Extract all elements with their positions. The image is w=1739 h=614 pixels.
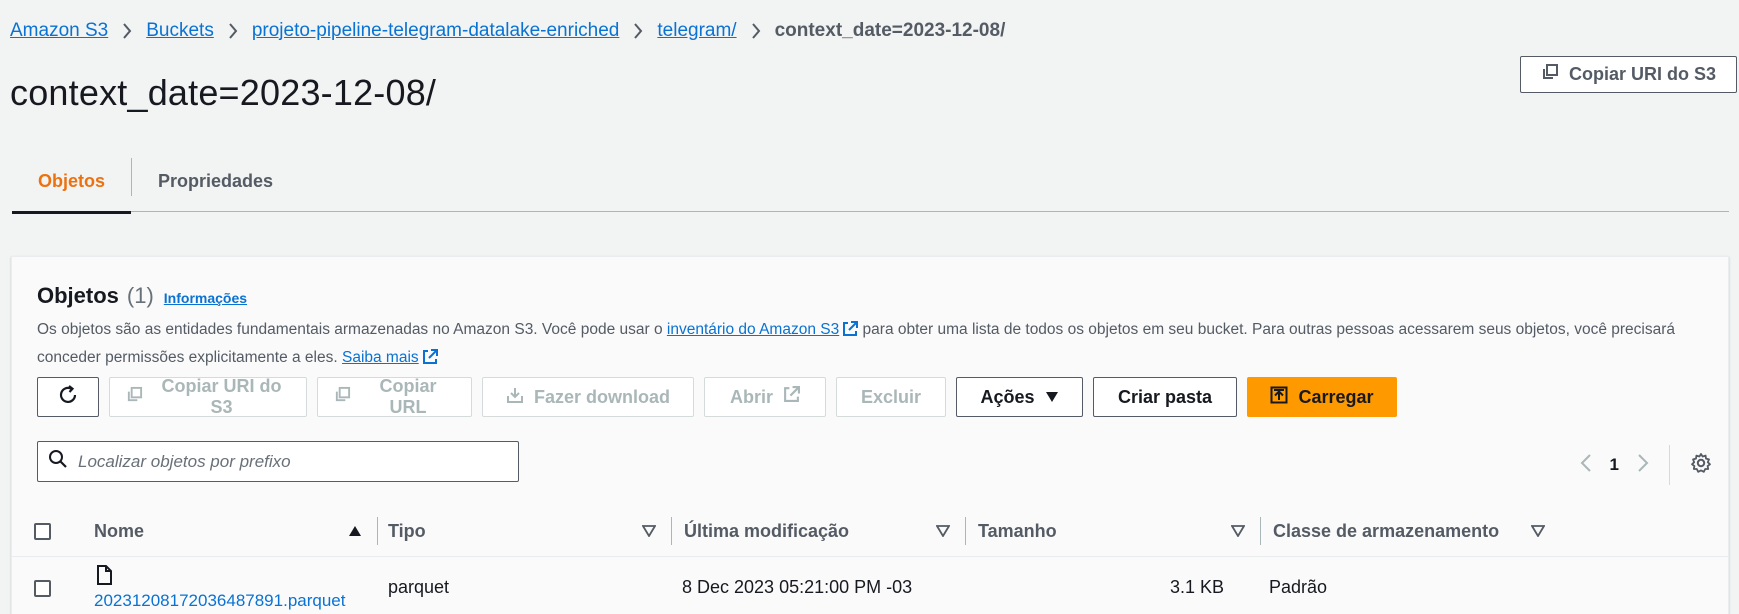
- info-link[interactable]: Informações: [164, 290, 247, 306]
- page-title: context_date=2023-12-08/: [10, 72, 437, 113]
- column-size-label: Tamanho: [978, 520, 1057, 541]
- object-name-link[interactable]: 20231208172036487891.parquet: [94, 591, 345, 611]
- pagination: 1: [1580, 445, 1712, 485]
- column-storage-class-label: Classe de armazenamento: [1273, 520, 1500, 541]
- chevron-right-icon: [751, 23, 761, 39]
- column-size[interactable]: Tamanho: [966, 505, 1261, 557]
- copy-s3-uri-button[interactable]: Copiar URI do S3: [1520, 56, 1737, 93]
- learn-more-link[interactable]: Saiba mais: [342, 349, 438, 366]
- chevron-right-icon: [633, 23, 643, 39]
- panel-header: Objetos (1) Informações: [37, 283, 247, 309]
- delete-button[interactable]: Excluir: [836, 377, 946, 417]
- external-link-icon: [783, 386, 800, 408]
- sort-caret-icon: [1530, 521, 1546, 542]
- refresh-button[interactable]: [37, 377, 99, 417]
- sort-caret-icon: [935, 521, 951, 542]
- column-last-modified-label: Última modificação: [684, 520, 850, 541]
- column-storage-class[interactable]: Classe de armazenamento: [1261, 505, 1549, 557]
- file-icon: [96, 565, 112, 590]
- sort-caret-icon: [641, 521, 657, 542]
- learn-more-label: Saiba mais: [341, 349, 419, 366]
- actions-dropdown[interactable]: Ações: [956, 377, 1083, 417]
- objects-toolbar: Copiar URI do S3 Copiar URL Fazer downlo…: [37, 376, 1397, 417]
- external-link-icon: [842, 320, 859, 345]
- inventory-link-label: inventário do Amazon S3: [666, 321, 840, 338]
- panel-description: Os objetos são as entidades fundamentais…: [37, 317, 1727, 373]
- tab-objects[interactable]: Objetos: [12, 150, 132, 214]
- select-all-checkbox[interactable]: [34, 522, 51, 540]
- inventory-link[interactable]: inventário do Amazon S3: [666, 321, 859, 338]
- table-header: Nome Tipo Última modificação Tamanho Cla…: [12, 505, 1728, 557]
- search-field[interactable]: [37, 441, 519, 482]
- copy-url-button[interactable]: Copiar URL: [317, 376, 472, 417]
- open-button[interactable]: Abrir: [704, 377, 826, 417]
- objects-panel: Objetos (1) Informações Os objetos são a…: [11, 256, 1729, 614]
- pager-divider: [1669, 445, 1670, 485]
- select-all-cell: [34, 505, 94, 557]
- object-type: parquet: [388, 577, 450, 597]
- create-folder-button[interactable]: Criar pasta: [1093, 377, 1237, 417]
- copy-icon: [334, 386, 351, 408]
- tab-properties[interactable]: Propriedades: [132, 150, 299, 212]
- chevron-right-icon: [122, 23, 132, 39]
- upload-button[interactable]: Carregar: [1247, 377, 1397, 417]
- breadcrumb-bucket-name[interactable]: projeto-pipeline-telegram-datalake-enric…: [252, 20, 620, 42]
- breadcrumb-telegram[interactable]: telegram/: [657, 20, 736, 42]
- desc-text-1: Os objetos são as entidades fundamentais…: [37, 321, 667, 338]
- object-count: (1): [126, 283, 154, 308]
- download-icon: [506, 386, 524, 409]
- column-type-label: Tipo: [388, 520, 426, 541]
- object-last-modified: 8 Dec 2023 05:21:00 PM -03: [682, 577, 913, 597]
- breadcrumb: Amazon S3 Buckets projeto-pipeline-teleg…: [10, 20, 1005, 42]
- copy-url-label: Copiar URL: [379, 376, 437, 417]
- column-name[interactable]: Nome: [94, 505, 378, 557]
- upload-icon: [1270, 386, 1288, 409]
- sort-caret-icon: [1230, 521, 1246, 542]
- actions-label: Ações: [980, 386, 1035, 407]
- row-checkbox[interactable]: [34, 580, 51, 597]
- object-size: 3.1 KB: [1169, 577, 1224, 597]
- column-type[interactable]: Tipo: [378, 505, 672, 557]
- sort-ascending-icon: [348, 521, 362, 542]
- external-link-icon: [422, 348, 438, 373]
- next-page-icon[interactable]: [1637, 453, 1649, 478]
- upload-label: Carregar: [1298, 386, 1374, 407]
- previous-page-icon[interactable]: [1580, 453, 1592, 478]
- breadcrumb-buckets[interactable]: Buckets: [146, 20, 214, 42]
- copy-icon: [126, 386, 143, 408]
- panel-title: Objetos: [37, 283, 119, 308]
- breadcrumb-current: context_date=2023-12-08/: [774, 20, 1006, 41]
- refresh-icon: [57, 384, 79, 411]
- table-row: 20231208172036487891.parquet parquet 8 D…: [12, 557, 1728, 614]
- chevron-right-icon: [228, 23, 238, 39]
- copy-s3-uri-toolbar-label: Copiar URI do S3: [161, 376, 282, 417]
- search-input[interactable]: [78, 451, 498, 472]
- tab-bar: Objetos Propriedades: [12, 150, 1729, 214]
- copy-s3-uri-toolbar-button[interactable]: Copiar URI do S3: [109, 376, 307, 417]
- current-page-number[interactable]: 1: [1610, 455, 1619, 475]
- column-name-label: Nome: [94, 520, 145, 541]
- download-button[interactable]: Fazer download: [482, 377, 694, 417]
- column-last-modified[interactable]: Última modificação: [672, 505, 966, 557]
- open-label: Abrir: [729, 386, 773, 407]
- copy-s3-uri-label: Copiar URI do S3: [1568, 64, 1716, 84]
- search-icon: [48, 449, 68, 474]
- object-storage-class: Padrão: [1269, 577, 1328, 597]
- copy-icon: [1541, 63, 1559, 86]
- settings-gear-icon[interactable]: [1690, 452, 1712, 479]
- caret-down-icon: [1045, 387, 1059, 408]
- breadcrumb-amazon-s3[interactable]: Amazon S3: [10, 20, 108, 42]
- download-label: Fazer download: [533, 386, 670, 407]
